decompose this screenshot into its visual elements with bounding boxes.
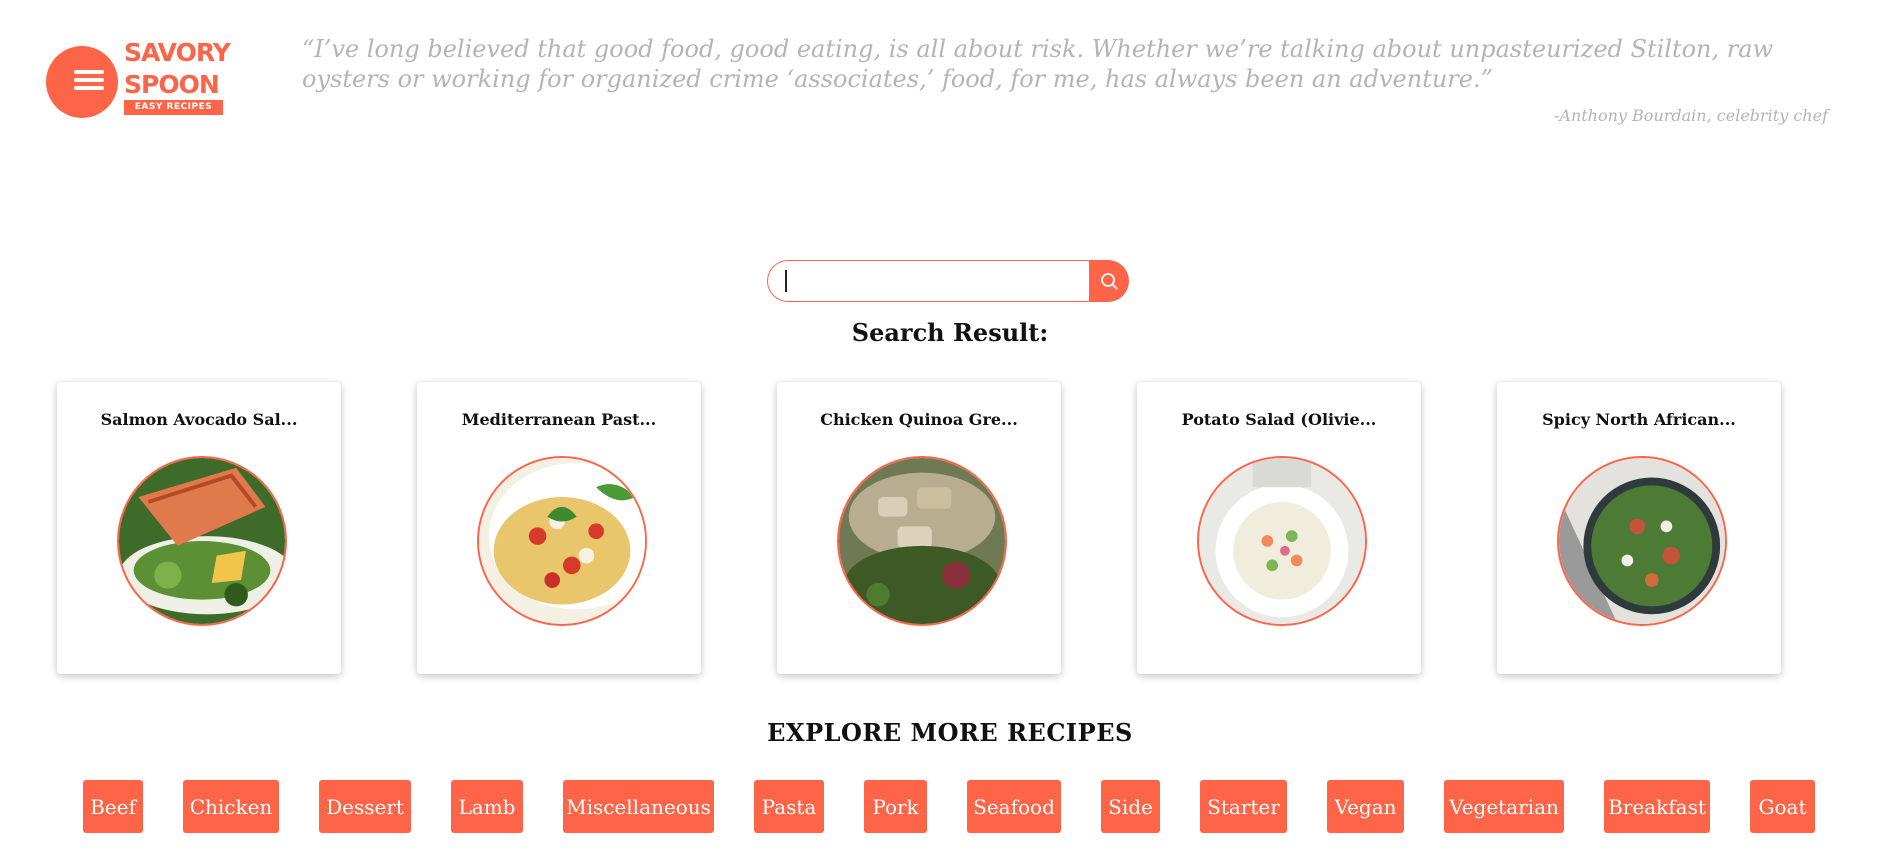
category-button-goat[interactable]: Goat [1750,780,1815,833]
category-button-lamb[interactable]: Lamb [451,780,523,833]
recipe-image [837,456,1007,626]
recipe-image [1197,456,1367,626]
recipe-title: Mediterranean Past... [461,410,657,429]
recipe-title: Potato Salad (Olivie... [1181,410,1377,429]
quote-author: -Anthony Bourdain, celebrity chef [1553,106,1828,125]
recipe-card[interactable]: Spicy North African... [1497,382,1781,674]
recipe-card[interactable]: Salmon Avocado Sal... [57,382,341,674]
category-button-breakfast[interactable]: Breakfast [1604,780,1710,833]
search-button[interactable] [1089,260,1129,302]
recipe-image [477,456,647,626]
category-button-beef[interactable]: Beef [83,780,143,833]
logo-text-spoon: SPOON [124,70,220,99]
recipe-card[interactable]: Potato Salad (Olivie... [1137,382,1421,674]
header-quote: “I’ve long believed that good food, good… [302,35,1774,93]
category-button-pork[interactable]: Pork [864,780,927,833]
category-button-dessert[interactable]: Dessert [319,780,411,833]
search-icon [1101,273,1118,290]
category-button-vegan[interactable]: Vegan [1327,780,1404,833]
category-button-seafood[interactable]: Seafood [967,780,1061,833]
category-button-side[interactable]: Side [1101,780,1160,833]
recipe-image [1557,456,1727,626]
site-logo[interactable]: SAVORY SPOON EASY RECIPES [46,38,231,120]
category-button-chicken[interactable]: Chicken [183,780,279,833]
explore-heading: EXPLORE MORE RECIPES [767,718,1133,747]
recipe-title: Chicken Quinoa Gre... [820,410,1018,429]
category-button-miscellaneous[interactable]: Miscellaneous [563,780,714,833]
category-button-pasta[interactable]: Pasta [754,780,824,833]
recipe-title: Spicy North African... [1542,410,1736,429]
recipe-card[interactable]: Chicken Quinoa Gre... [777,382,1061,674]
logo-text-savory: SAVORY [124,38,231,67]
text-cursor [785,270,787,292]
category-button-vegetarian[interactable]: Vegetarian [1444,780,1564,833]
logo-tagline: EASY RECIPES [124,100,223,115]
category-button-starter[interactable]: Starter [1200,780,1287,833]
search-input[interactable] [767,260,1089,302]
recipe-image [117,456,287,626]
spoon-logo-icon [46,46,118,118]
search-result-heading: Search Result: [851,318,1049,347]
recipe-title: Salmon Avocado Sal... [100,410,298,429]
recipe-card[interactable]: Mediterranean Past... [417,382,701,674]
search-bar [767,260,1129,302]
